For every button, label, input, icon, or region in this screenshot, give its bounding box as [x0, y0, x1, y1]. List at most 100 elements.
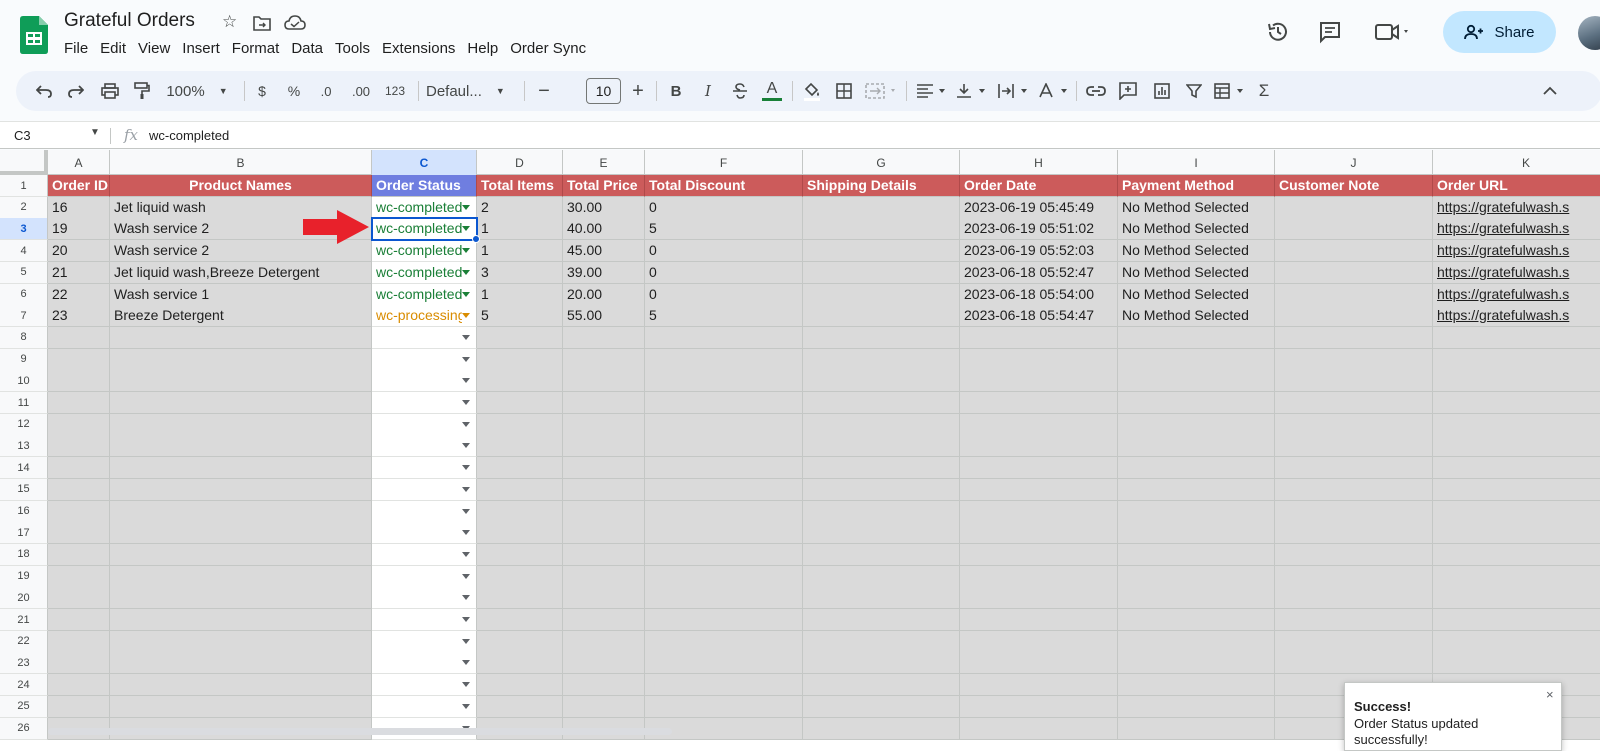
empty-cell[interactable] — [110, 326, 372, 349]
text-rotation-icon[interactable] — [1036, 71, 1072, 111]
dropdown-arrow-icon[interactable] — [462, 334, 470, 340]
table-cell[interactable] — [803, 305, 960, 328]
empty-cell[interactable] — [1118, 457, 1275, 480]
empty-cell[interactable] — [563, 565, 645, 588]
empty-cell[interactable] — [48, 674, 110, 697]
empty-cell[interactable] — [1118, 652, 1275, 675]
empty-cell[interactable] — [645, 370, 803, 393]
italic-button[interactable]: I — [696, 71, 720, 111]
table-cell[interactable]: 1 — [477, 240, 563, 263]
status-dropdown-cell[interactable]: wc-completed — [372, 283, 477, 306]
empty-cell[interactable] — [803, 674, 960, 697]
empty-cell[interactable] — [960, 370, 1118, 393]
empty-cell[interactable] — [803, 348, 960, 371]
dropdown-arrow-icon[interactable] — [462, 465, 470, 471]
status-dropdown-cell[interactable] — [372, 565, 477, 588]
empty-cell[interactable] — [563, 478, 645, 501]
column-header-b[interactable]: B — [110, 150, 372, 175]
empty-cell[interactable] — [645, 435, 803, 458]
empty-cell[interactable] — [48, 326, 110, 349]
table-cell[interactable]: 5 — [477, 305, 563, 328]
dropdown-arrow-icon[interactable] — [462, 356, 470, 362]
insert-comment-icon[interactable] — [1116, 71, 1140, 111]
empty-cell[interactable] — [1118, 392, 1275, 414]
empty-cell[interactable] — [563, 674, 645, 697]
insert-link-icon[interactable] — [1084, 71, 1108, 111]
empty-cell[interactable] — [48, 392, 110, 414]
table-cell[interactable]: https://gratefulwash.s — [1433, 305, 1600, 328]
table-cell[interactable]: No Method Selected — [1118, 305, 1275, 328]
empty-cell[interactable] — [960, 652, 1118, 675]
empty-cell[interactable] — [563, 630, 645, 653]
table-cell[interactable]: https://gratefulwash.s — [1433, 218, 1600, 241]
empty-cell[interactable] — [48, 630, 110, 653]
table-cell[interactable] — [1275, 240, 1433, 263]
empty-cell[interactable] — [477, 348, 563, 371]
menu-view[interactable]: View — [132, 38, 176, 59]
empty-cell[interactable] — [563, 522, 645, 545]
empty-cell[interactable] — [960, 587, 1118, 610]
borders-icon[interactable] — [832, 71, 856, 111]
dropdown-arrow-icon[interactable] — [462, 682, 470, 688]
status-dropdown-cell[interactable] — [372, 695, 477, 718]
table-cell[interactable]: 0 — [645, 283, 803, 306]
table-cell[interactable]: Wash service 1 — [110, 283, 372, 306]
row-header[interactable]: 18 — [0, 543, 48, 566]
empty-cell[interactable] — [477, 413, 563, 436]
row-header[interactable]: 3 — [0, 218, 48, 241]
status-dropdown-cell[interactable] — [372, 674, 477, 697]
empty-cell[interactable] — [563, 326, 645, 349]
row-header[interactable]: 21 — [0, 609, 48, 631]
decrease-font-size-icon[interactable]: − — [532, 71, 556, 111]
dropdown-arrow-icon[interactable] — [462, 291, 470, 297]
star-icon[interactable]: ☆ — [222, 12, 237, 32]
header-cell[interactable]: Order ID — [48, 175, 110, 197]
status-dropdown-cell[interactable] — [372, 370, 477, 393]
status-dropdown-cell[interactable] — [372, 457, 477, 480]
empty-cell[interactable] — [477, 565, 563, 588]
empty-cell[interactable] — [803, 717, 960, 740]
cloud-saved-icon[interactable] — [284, 15, 306, 31]
empty-cell[interactable] — [1118, 413, 1275, 436]
table-cell[interactable]: 22 — [48, 283, 110, 306]
empty-cell[interactable] — [563, 370, 645, 393]
menu-file[interactable]: File — [58, 38, 94, 59]
empty-cell[interactable] — [477, 326, 563, 349]
row-header[interactable]: 10 — [0, 370, 48, 393]
row-header[interactable]: 14 — [0, 457, 48, 480]
table-cell[interactable]: 20 — [48, 240, 110, 263]
empty-cell[interactable] — [1275, 652, 1433, 675]
row-header[interactable]: 15 — [0, 478, 48, 501]
empty-cell[interactable] — [1275, 587, 1433, 610]
empty-cell[interactable] — [645, 543, 803, 566]
table-cell[interactable]: 19 — [48, 218, 110, 241]
menu-insert[interactable]: Insert — [176, 38, 226, 59]
empty-cell[interactable] — [110, 609, 372, 631]
comment-icon[interactable] — [1318, 20, 1342, 44]
column-header-h[interactable]: H — [960, 150, 1118, 175]
status-dropdown-cell[interactable]: wc-completed — [372, 240, 477, 263]
dropdown-arrow-icon[interactable] — [462, 443, 470, 449]
empty-cell[interactable] — [803, 543, 960, 566]
dropdown-arrow-icon[interactable] — [462, 617, 470, 622]
empty-cell[interactable] — [1118, 674, 1275, 697]
table-cell[interactable] — [1275, 283, 1433, 306]
empty-cell[interactable] — [645, 652, 803, 675]
header-cell[interactable]: Customer Note — [1275, 175, 1433, 197]
empty-cell[interactable] — [1118, 695, 1275, 718]
empty-cell[interactable] — [645, 630, 803, 653]
close-icon[interactable]: × — [1546, 687, 1554, 702]
row-header[interactable]: 6 — [0, 283, 48, 306]
empty-cell[interactable] — [960, 674, 1118, 697]
empty-cell[interactable] — [1275, 500, 1433, 523]
table-cell[interactable] — [803, 283, 960, 306]
empty-cell[interactable] — [477, 478, 563, 501]
menu-format[interactable]: Format — [226, 38, 286, 59]
empty-cell[interactable] — [1433, 478, 1600, 501]
empty-cell[interactable] — [645, 500, 803, 523]
table-cell[interactable]: 0 — [645, 261, 803, 284]
dropdown-arrow-icon[interactable] — [462, 660, 470, 666]
decrease-decimal-button[interactable]: .0 — [312, 71, 340, 111]
number-format-button[interactable]: 123 — [380, 71, 410, 111]
empty-cell[interactable] — [960, 565, 1118, 588]
